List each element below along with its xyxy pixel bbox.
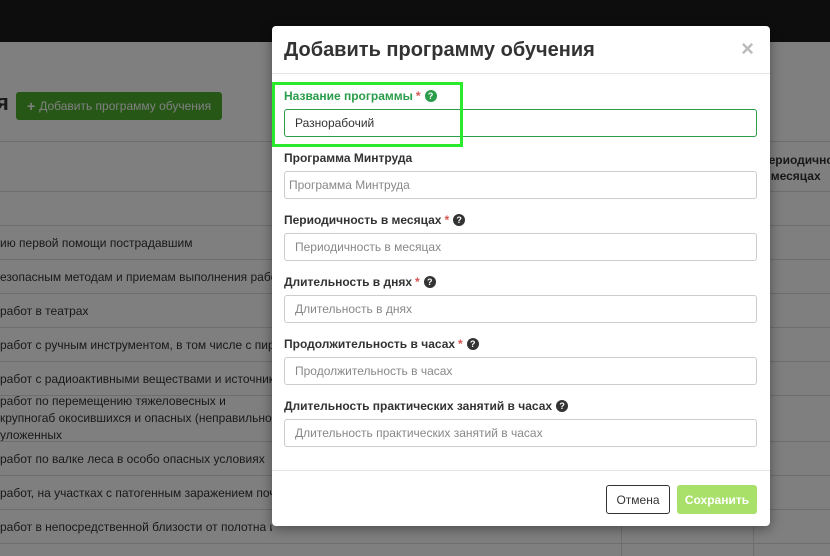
- duration-days-input[interactable]: [284, 295, 757, 323]
- mintrud-program-select[interactable]: [284, 171, 757, 199]
- practice-hours-input[interactable]: [284, 419, 757, 447]
- field-practice-hours: Длительность практических занятий в часа…: [284, 398, 757, 447]
- duration-hours-label: Продолжительность в часах * ?: [284, 336, 757, 352]
- close-icon[interactable]: ×: [741, 38, 754, 60]
- required-marker: *: [444, 213, 450, 227]
- field-duration-hours: Продолжительность в часах * ?: [284, 336, 757, 385]
- required-marker: *: [415, 89, 421, 103]
- practice-hours-label: Длительность практических занятий в часа…: [284, 398, 757, 414]
- modal-header: Добавить программу обучения ×: [272, 26, 770, 74]
- save-button[interactable]: Сохранить: [677, 485, 757, 514]
- help-icon[interactable]: ?: [466, 338, 479, 350]
- help-icon[interactable]: ?: [453, 214, 466, 226]
- help-icon[interactable]: ?: [423, 276, 436, 288]
- required-marker: *: [458, 337, 463, 351]
- field-duration-days: Длительность в днях * ?: [284, 274, 757, 323]
- modal-footer: Отмена Сохранить: [272, 470, 770, 526]
- program-name-label: Название программы * ?: [284, 88, 757, 104]
- field-mintrud-program: Программа Минтруда: [284, 150, 757, 199]
- duration-days-label: Длительность в днях * ?: [284, 274, 757, 290]
- modal-title: Добавить программу обучения: [284, 39, 595, 61]
- cancel-button[interactable]: Отмена: [606, 485, 670, 514]
- duration-hours-input[interactable]: [284, 357, 757, 385]
- required-marker: *: [415, 275, 420, 289]
- program-name-input[interactable]: [284, 109, 757, 137]
- periodicity-label: Периодичность в месяцах * ?: [284, 212, 757, 228]
- help-icon[interactable]: ?: [424, 90, 437, 102]
- periodicity-input[interactable]: [284, 233, 757, 261]
- add-program-modal: Добавить программу обучения × Название п…: [272, 26, 770, 526]
- help-icon[interactable]: ?: [556, 400, 569, 412]
- field-periodicity: Периодичность в месяцах * ?: [284, 212, 757, 261]
- field-program-name: Название программы * ?: [284, 88, 757, 137]
- mintrud-program-label: Программа Минтруда: [284, 151, 413, 165]
